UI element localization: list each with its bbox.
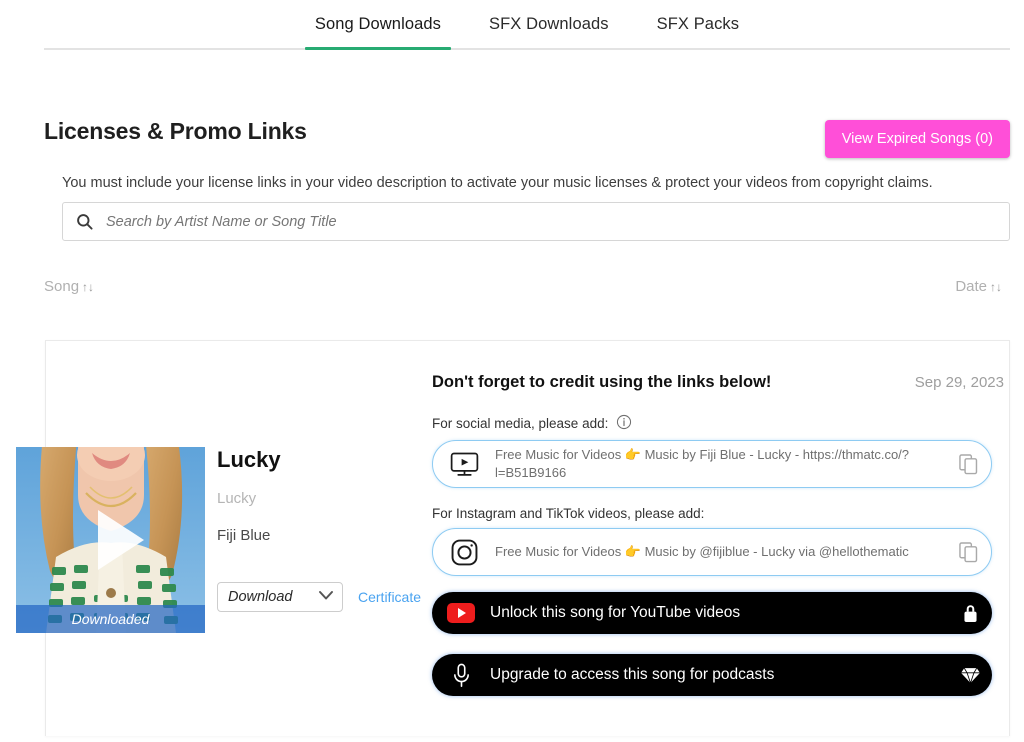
info-icon[interactable] <box>616 414 632 433</box>
page-subtitle: You must include your license links in y… <box>62 175 933 191</box>
upgrade-podcast-button[interactable]: Upgrade to access this song for podcasts <box>432 654 992 696</box>
diamond-icon <box>948 667 992 684</box>
app-root: Song Downloads SFX Downloads SFX Packs L… <box>0 0 1024 742</box>
view-expired-songs-button[interactable]: View Expired Songs (0) <box>824 120 1010 158</box>
social-media-label: For social media, please add: <box>432 414 632 433</box>
song-artist: Fiji Blue <box>217 527 271 544</box>
tab-bar: Song Downloads SFX Downloads SFX Packs <box>44 0 1010 50</box>
song-thumbnail[interactable]: Downloaded <box>16 447 205 633</box>
song-subtitle: Lucky <box>217 490 257 507</box>
sort-date-label: Date <box>955 278 987 295</box>
instagram-credit-link-text: Free Music for Videos 👉 Music by @fijibl… <box>495 544 909 560</box>
social-credit-link-text: Free Music for Videos 👉 Music by Fiji Bl… <box>495 447 910 480</box>
search-bar[interactable] <box>62 202 1010 241</box>
unlock-youtube-button[interactable]: Unlock this song for YouTube videos <box>432 592 992 634</box>
song-title: Lucky <box>217 447 281 472</box>
download-select[interactable]: Download <box>217 582 343 612</box>
tab-sfx-downloads[interactable]: SFX Downloads <box>489 15 609 48</box>
downloaded-badge: Downloaded <box>16 605 205 633</box>
title-row: Licenses & Promo Links View Expired Song… <box>44 118 1010 162</box>
video-monitor-icon <box>433 452 495 477</box>
copy-icon[interactable] <box>945 541 991 563</box>
search-icon <box>75 212 94 231</box>
social-credit-link-box[interactable]: Free Music for Videos 👉 Music by Fiji Bl… <box>432 440 992 488</box>
credit-heading: Don't forget to credit using the links b… <box>432 373 772 391</box>
tab-song-downloads[interactable]: Song Downloads <box>304 15 452 50</box>
social-media-label-text: For social media, please add: <box>432 416 609 431</box>
sort-by-song[interactable]: Song ↑↓ <box>44 278 94 295</box>
sort-song-label: Song <box>44 278 80 295</box>
download-date: Sep 29, 2023 <box>914 374 1004 391</box>
copy-icon[interactable] <box>945 453 991 475</box>
instagram-tiktok-label: For Instagram and TikTok videos, please … <box>432 506 705 521</box>
sort-by-date[interactable]: Date ↑↓ <box>955 278 1002 295</box>
sort-row: Song ↑↓ Date ↑↓ <box>44 278 1010 304</box>
youtube-icon <box>432 603 490 623</box>
upgrade-podcast-label: Upgrade to access this song for podcasts <box>490 666 775 683</box>
microphone-icon <box>432 663 490 688</box>
sort-arrows-icon: ↑↓ <box>990 280 1002 294</box>
download-select-value: Download <box>228 589 293 605</box>
page-title: Licenses & Promo Links <box>44 118 307 144</box>
tab-sfx-packs[interactable]: SFX Packs <box>657 15 740 48</box>
certificate-link[interactable]: Certificate <box>358 589 421 605</box>
instagram-icon <box>433 539 495 566</box>
chevron-down-icon <box>318 588 334 606</box>
unlock-youtube-label: Unlock this song for YouTube videos <box>490 604 741 621</box>
search-input[interactable] <box>94 212 1009 231</box>
play-icon[interactable] <box>97 510 144 570</box>
lock-icon <box>948 603 992 624</box>
sort-arrows-icon: ↑↓ <box>82 280 95 294</box>
instagram-credit-link-box[interactable]: Free Music for Videos 👉 Music by @fijibl… <box>432 528 992 576</box>
